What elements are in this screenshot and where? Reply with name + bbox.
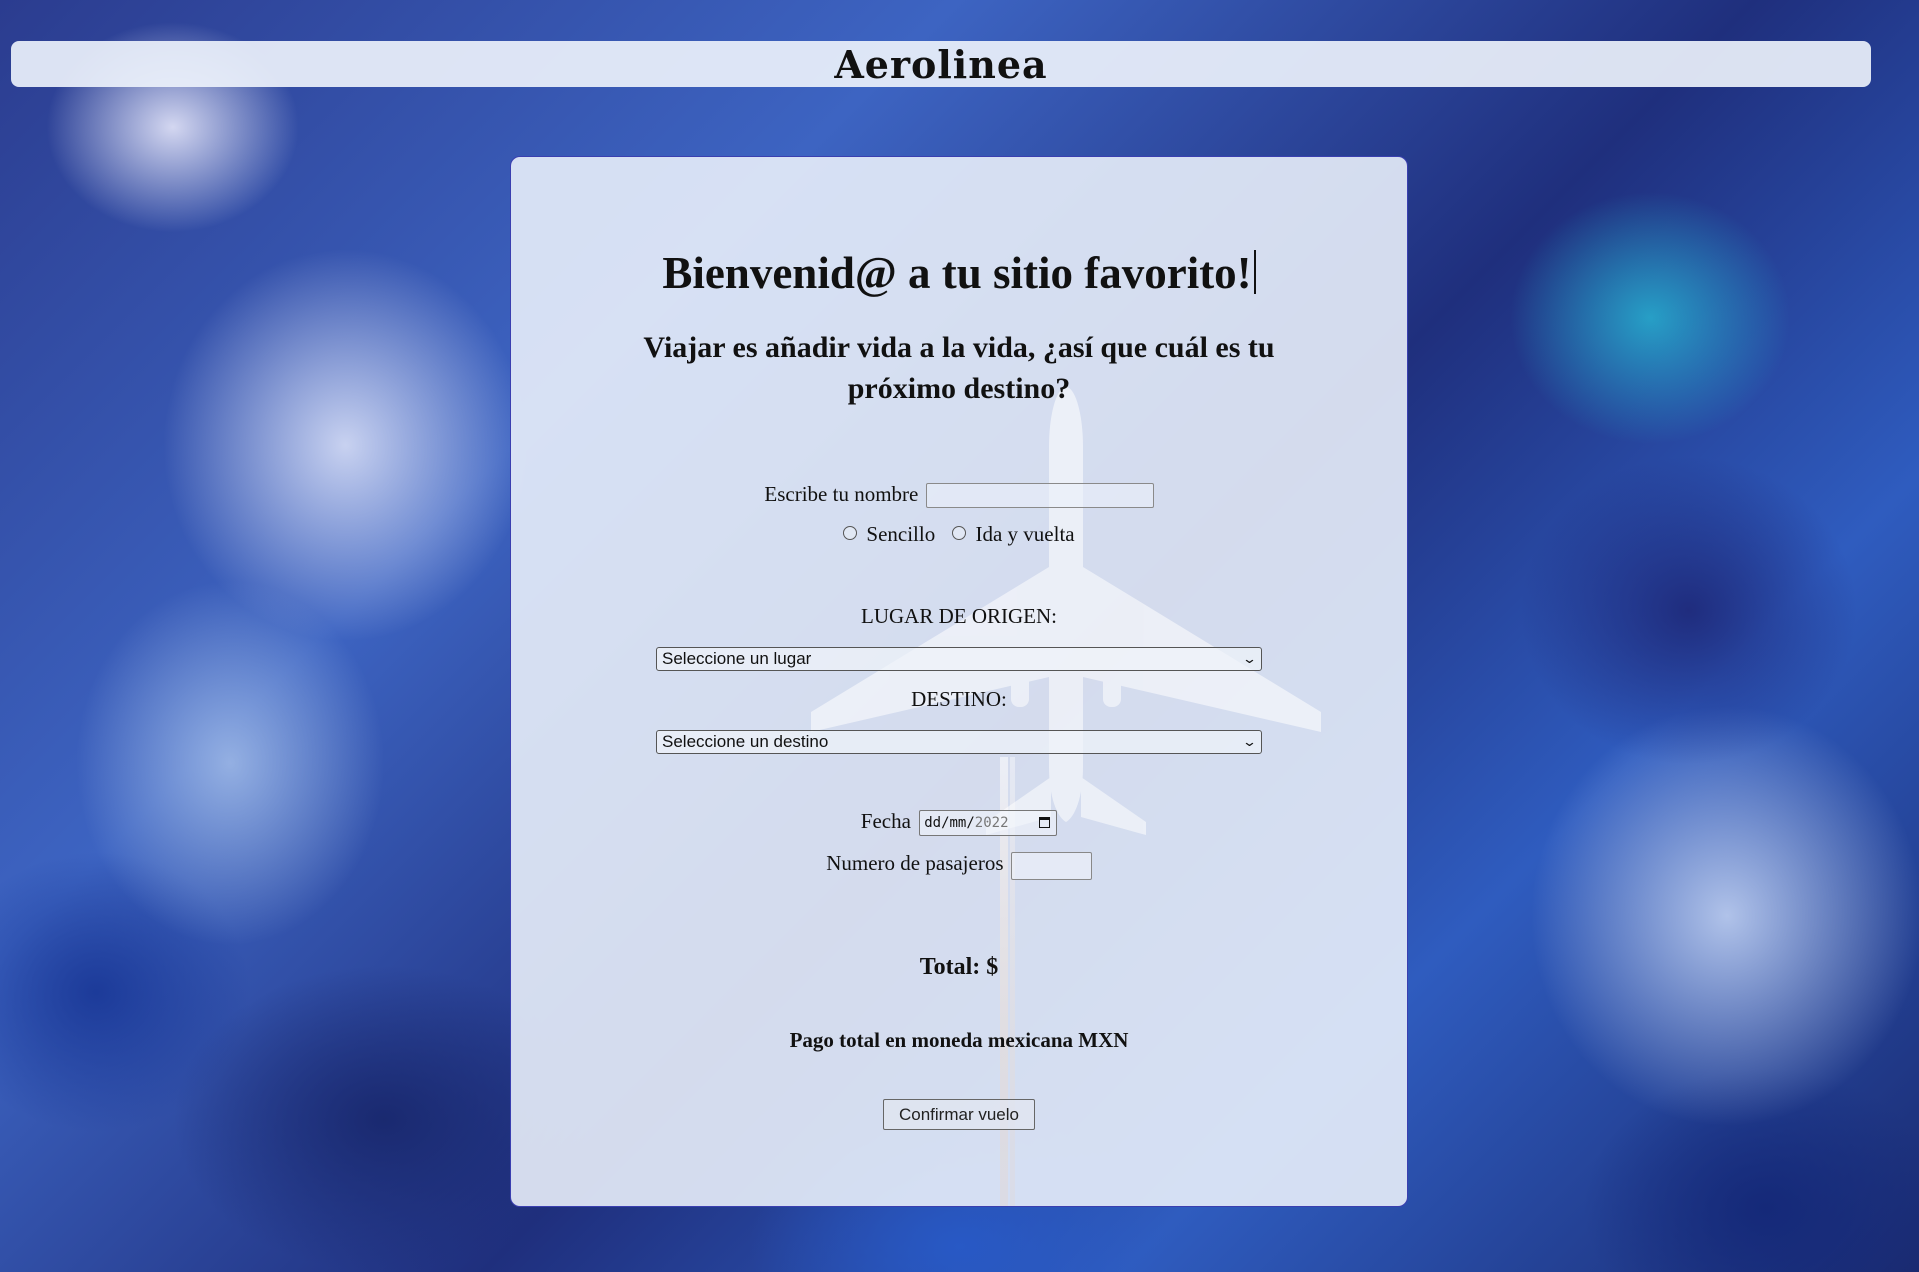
date-year: 2022: [974, 815, 1009, 832]
welcome-heading: Bienvenid@ a tu sitio favorito!: [511, 157, 1407, 299]
welcome-text: Bienvenid@ a tu sitio favorito!: [662, 248, 1252, 298]
calendar-icon[interactable]: [1039, 817, 1051, 829]
confirm-flight-button[interactable]: Confirmar vuelo: [883, 1098, 1035, 1130]
chevron-down-icon: ⌄: [1241, 651, 1258, 667]
name-input[interactable]: [925, 483, 1154, 509]
destination-select-value: Seleccione un destino: [662, 732, 829, 752]
name-row: Escribe tu nombre: [511, 481, 1407, 509]
total-label: Total: $: [919, 953, 999, 980]
date-input[interactable]: dd/mm/2022: [919, 810, 1058, 837]
radio-label-sencillo: Sencillo: [866, 522, 936, 547]
origin-label: LUGAR DE ORIGEN:: [861, 604, 1057, 629]
currency-note: Pago total en moneda mexicana MXN: [789, 1027, 1129, 1052]
radio-label-ida-y-vuelta: Ida y vuelta: [975, 522, 1075, 547]
origin-select[interactable]: Seleccione un lugar ⌄: [656, 647, 1262, 672]
destination-label: DESTINO:: [911, 687, 1007, 712]
passengers-label: Numero de pasajeros: [826, 851, 1004, 876]
date-month: mm: [949, 815, 967, 832]
trip-type-group: Sencillo Ida y vuelta: [511, 521, 1407, 547]
date-separator: /: [941, 815, 950, 832]
date-label: Fecha: [860, 809, 911, 834]
booking-card: Bienvenid@ a tu sitio favorito! Viajar e…: [510, 156, 1408, 1207]
app-title: Aerolinea: [834, 41, 1048, 87]
passengers-row: Numero de pasajeros: [511, 850, 1407, 880]
date-separator: /: [966, 815, 975, 832]
header-bar: Aerolinea: [11, 41, 1871, 87]
date-row: Fecha dd/mm/2022: [511, 808, 1407, 837]
radio-ida-y-vuelta[interactable]: [952, 526, 967, 541]
text-cursor: [1253, 250, 1256, 294]
name-label: Escribe tu nombre: [764, 481, 919, 506]
chevron-down-icon: ⌄: [1241, 734, 1258, 750]
passengers-input[interactable]: [1010, 851, 1092, 880]
date-day: dd: [924, 815, 942, 832]
destination-select[interactable]: Seleccione un destino ⌄: [656, 730, 1262, 755]
origin-select-value: Seleccione un lugar: [662, 649, 812, 669]
subtitle: Viajar es añadir vida a la vida, ¿así qu…: [643, 330, 1275, 405]
radio-sencillo[interactable]: [843, 526, 858, 541]
